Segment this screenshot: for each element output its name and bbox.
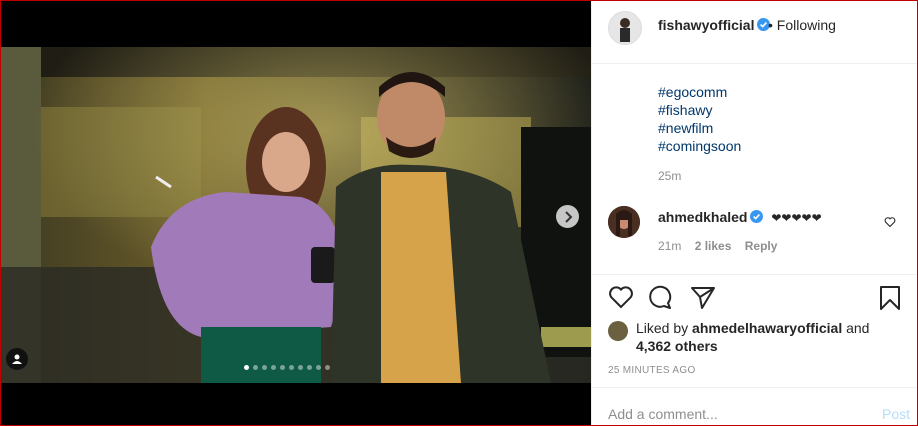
separator-dot: • xyxy=(768,17,773,33)
section-divider xyxy=(592,387,917,388)
commenter-avatar-image xyxy=(608,206,640,238)
comment-text: ❤❤❤❤❤ xyxy=(771,211,822,225)
following-label: Following xyxy=(776,17,836,33)
comment-button[interactable] xyxy=(648,285,674,314)
chevron-right-icon xyxy=(564,210,572,223)
carousel-dot xyxy=(253,365,258,370)
likes-others[interactable]: 4,362 others xyxy=(636,338,718,354)
carousel-dot xyxy=(280,365,285,370)
heart-icon xyxy=(884,217,896,228)
author-avatar[interactable] xyxy=(608,11,642,45)
comment-icon xyxy=(649,285,672,309)
carousel-dot xyxy=(262,365,267,370)
post-header: fishawyofficial • Following xyxy=(592,1,917,64)
verified-icon xyxy=(750,210,764,223)
post-timestamp[interactable]: 25 MINUTES AGO xyxy=(608,365,696,376)
post-sidebar: fishawyofficial • Following #egocomm #fi… xyxy=(591,1,917,425)
carousel-indicator xyxy=(244,365,330,370)
comment-body: ahmedkhaled ❤❤❤❤❤ xyxy=(658,209,822,225)
carousel-dot xyxy=(289,365,294,370)
tag-person-icon xyxy=(12,354,22,364)
carousel-dot xyxy=(244,365,249,370)
comment-like-button[interactable] xyxy=(884,215,896,233)
commenter-username[interactable]: ahmedkhaled xyxy=(658,209,747,225)
comment-likes[interactable]: 2 likes xyxy=(695,239,732,253)
next-image-button[interactable] xyxy=(556,205,579,228)
post-window: fishawyofficial • Following #egocomm #fi… xyxy=(0,0,918,426)
caption-time[interactable]: 25m xyxy=(658,169,681,183)
bookmark-icon xyxy=(880,286,900,310)
comment-meta: 21m 2 likes Reply xyxy=(658,239,787,253)
reply-button[interactable]: Reply xyxy=(745,239,778,253)
hashtag-link[interactable]: #egocomm xyxy=(658,83,741,101)
share-icon xyxy=(691,287,715,309)
liker-avatar[interactable] xyxy=(608,321,628,341)
hashtag-link[interactable]: #fishawy xyxy=(658,101,741,119)
carousel-dot xyxy=(271,365,276,370)
likes-and: and xyxy=(846,320,870,336)
add-comment-input[interactable] xyxy=(608,406,858,422)
section-divider xyxy=(592,274,917,275)
follow-status[interactable]: • Following xyxy=(768,17,836,33)
carousel-dot xyxy=(307,365,312,370)
author-username-label: fishawyofficial xyxy=(658,17,755,33)
post-comment-button[interactable]: Post xyxy=(882,406,910,422)
hashtag-link[interactable]: #comingsoon xyxy=(658,137,741,155)
save-button[interactable] xyxy=(878,285,902,316)
author-username[interactable]: fishawyofficial xyxy=(658,17,771,33)
hashtag-link[interactable]: #newfilm xyxy=(658,119,741,137)
likes-text: Liked by ahmedelhawaryofficial and 4,362… xyxy=(636,319,906,355)
liker-username[interactable]: ahmedelhawaryofficial xyxy=(692,320,842,336)
liked-by-prefix: Liked by xyxy=(636,320,689,336)
tagged-people-button[interactable] xyxy=(6,348,28,370)
author-avatar-image xyxy=(609,12,641,44)
post-photo[interactable] xyxy=(1,47,591,383)
carousel-dot xyxy=(298,365,303,370)
carousel-dot xyxy=(316,365,321,370)
comment-time[interactable]: 21m xyxy=(658,239,681,253)
heart-icon xyxy=(609,286,633,309)
post-media xyxy=(1,1,591,425)
post-caption: #egocomm #fishawy #newfilm #comingsoon xyxy=(658,83,741,155)
share-button[interactable] xyxy=(690,285,716,314)
like-button[interactable] xyxy=(608,285,634,314)
action-bar xyxy=(608,285,910,313)
carousel-dot xyxy=(325,365,330,370)
photo-illustration xyxy=(1,47,591,383)
commenter-avatar[interactable] xyxy=(608,206,640,238)
